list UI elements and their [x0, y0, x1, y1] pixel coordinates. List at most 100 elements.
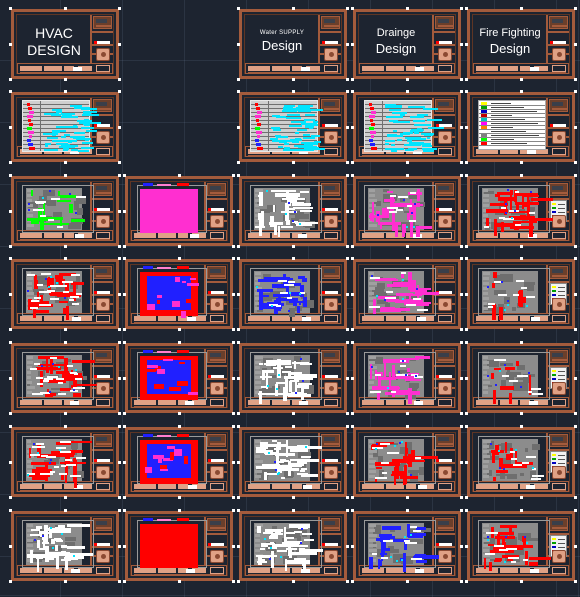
selection-grip[interactable] [237, 90, 240, 93]
selection-grip[interactable] [237, 43, 240, 46]
selection-grip[interactable] [346, 377, 349, 380]
selection-grip[interactable] [346, 90, 349, 93]
selection-grip[interactable] [351, 328, 354, 331]
selection-grip[interactable] [460, 461, 463, 464]
selection-grip[interactable] [292, 328, 295, 331]
selection-grip[interactable] [574, 425, 577, 428]
selection-grip[interactable] [351, 496, 354, 499]
selection-grip[interactable] [351, 7, 354, 10]
selection-grip[interactable] [460, 341, 463, 344]
selection-grip[interactable] [574, 328, 577, 331]
selection-grip[interactable] [237, 545, 240, 548]
selection-grip[interactable] [520, 90, 523, 93]
selection-grip[interactable] [520, 174, 523, 177]
selection-grip[interactable] [118, 496, 121, 499]
selection-grip[interactable] [460, 328, 463, 331]
sheet-plan-p15[interactable] [465, 341, 577, 415]
selection-grip[interactable] [351, 412, 354, 415]
selection-grip[interactable] [346, 78, 349, 81]
selection-grip[interactable] [118, 377, 121, 380]
selection-grip[interactable] [64, 412, 67, 415]
selection-grip[interactable] [237, 174, 240, 177]
selection-grip[interactable] [574, 461, 577, 464]
selection-grip[interactable] [406, 328, 409, 331]
selection-grip[interactable] [465, 245, 468, 248]
selection-grip[interactable] [346, 461, 349, 464]
sheet-plan-p14[interactable] [351, 341, 463, 415]
selection-grip[interactable] [123, 293, 126, 296]
selection-grip[interactable] [520, 328, 523, 331]
selection-grip[interactable] [9, 377, 12, 380]
selection-grip[interactable] [406, 580, 409, 583]
selection-grip[interactable] [351, 245, 354, 248]
selection-grip[interactable] [465, 7, 468, 10]
sheet-plan-p21[interactable] [9, 509, 121, 583]
sheet-plan-p25[interactable] [465, 509, 577, 583]
selection-grip[interactable] [351, 78, 354, 81]
selection-grip[interactable] [460, 425, 463, 428]
selection-grip[interactable] [178, 174, 181, 177]
selection-grip[interactable] [237, 496, 240, 499]
selection-grip[interactable] [574, 341, 577, 344]
selection-grip[interactable] [9, 257, 12, 260]
selection-grip[interactable] [9, 509, 12, 512]
selection-grip[interactable] [520, 78, 523, 81]
selection-grip[interactable] [118, 210, 121, 213]
selection-grip[interactable] [64, 425, 67, 428]
selection-grip[interactable] [9, 90, 12, 93]
selection-grip[interactable] [178, 496, 181, 499]
selection-grip[interactable] [574, 90, 577, 93]
selection-grip[interactable] [237, 341, 240, 344]
selection-grip[interactable] [351, 43, 354, 46]
selection-grip[interactable] [574, 580, 577, 583]
selection-grip[interactable] [465, 293, 468, 296]
sheet-plan-p03[interactable] [237, 174, 349, 248]
selection-grip[interactable] [574, 245, 577, 248]
selection-grip[interactable] [460, 509, 463, 512]
selection-grip[interactable] [123, 412, 126, 415]
selection-grip[interactable] [237, 580, 240, 583]
selection-grip[interactable] [460, 545, 463, 548]
selection-grip[interactable] [9, 328, 12, 331]
selection-grip[interactable] [292, 496, 295, 499]
selection-grip[interactable] [123, 245, 126, 248]
selection-grip[interactable] [520, 161, 523, 164]
selection-grip[interactable] [460, 161, 463, 164]
selection-grip[interactable] [123, 210, 126, 213]
selection-grip[interactable] [406, 174, 409, 177]
selection-grip[interactable] [346, 245, 349, 248]
selection-grip[interactable] [292, 174, 295, 177]
selection-grip[interactable] [123, 580, 126, 583]
selection-grip[interactable] [520, 509, 523, 512]
selection-grip[interactable] [465, 377, 468, 380]
selection-grip[interactable] [574, 293, 577, 296]
selection-grip[interactable] [520, 412, 523, 415]
selection-grip[interactable] [346, 341, 349, 344]
selection-grip[interactable] [574, 161, 577, 164]
selection-grip[interactable] [232, 341, 235, 344]
selection-grip[interactable] [118, 257, 121, 260]
selection-grip[interactable] [460, 377, 463, 380]
selection-grip[interactable] [9, 425, 12, 428]
selection-grip[interactable] [232, 328, 235, 331]
selection-grip[interactable] [178, 425, 181, 428]
selection-grip[interactable] [465, 126, 468, 129]
selection-grip[interactable] [237, 78, 240, 81]
selection-grip[interactable] [520, 257, 523, 260]
selection-grip[interactable] [232, 412, 235, 415]
selection-grip[interactable] [123, 496, 126, 499]
selection-grip[interactable] [346, 412, 349, 415]
selection-grip[interactable] [232, 210, 235, 213]
selection-grip[interactable] [292, 509, 295, 512]
selection-grip[interactable] [465, 496, 468, 499]
sheet-legend-s5[interactable] [9, 90, 121, 164]
sheet-plan-p07[interactable] [123, 257, 235, 331]
sheet-plan-p17[interactable] [123, 425, 235, 499]
selection-grip[interactable] [351, 174, 354, 177]
sheet-plan-p24[interactable] [351, 509, 463, 583]
selection-grip[interactable] [574, 496, 577, 499]
selection-grip[interactable] [123, 174, 126, 177]
sheet-plan-p08[interactable] [237, 257, 349, 331]
selection-grip[interactable] [574, 412, 577, 415]
selection-grip[interactable] [9, 245, 12, 248]
